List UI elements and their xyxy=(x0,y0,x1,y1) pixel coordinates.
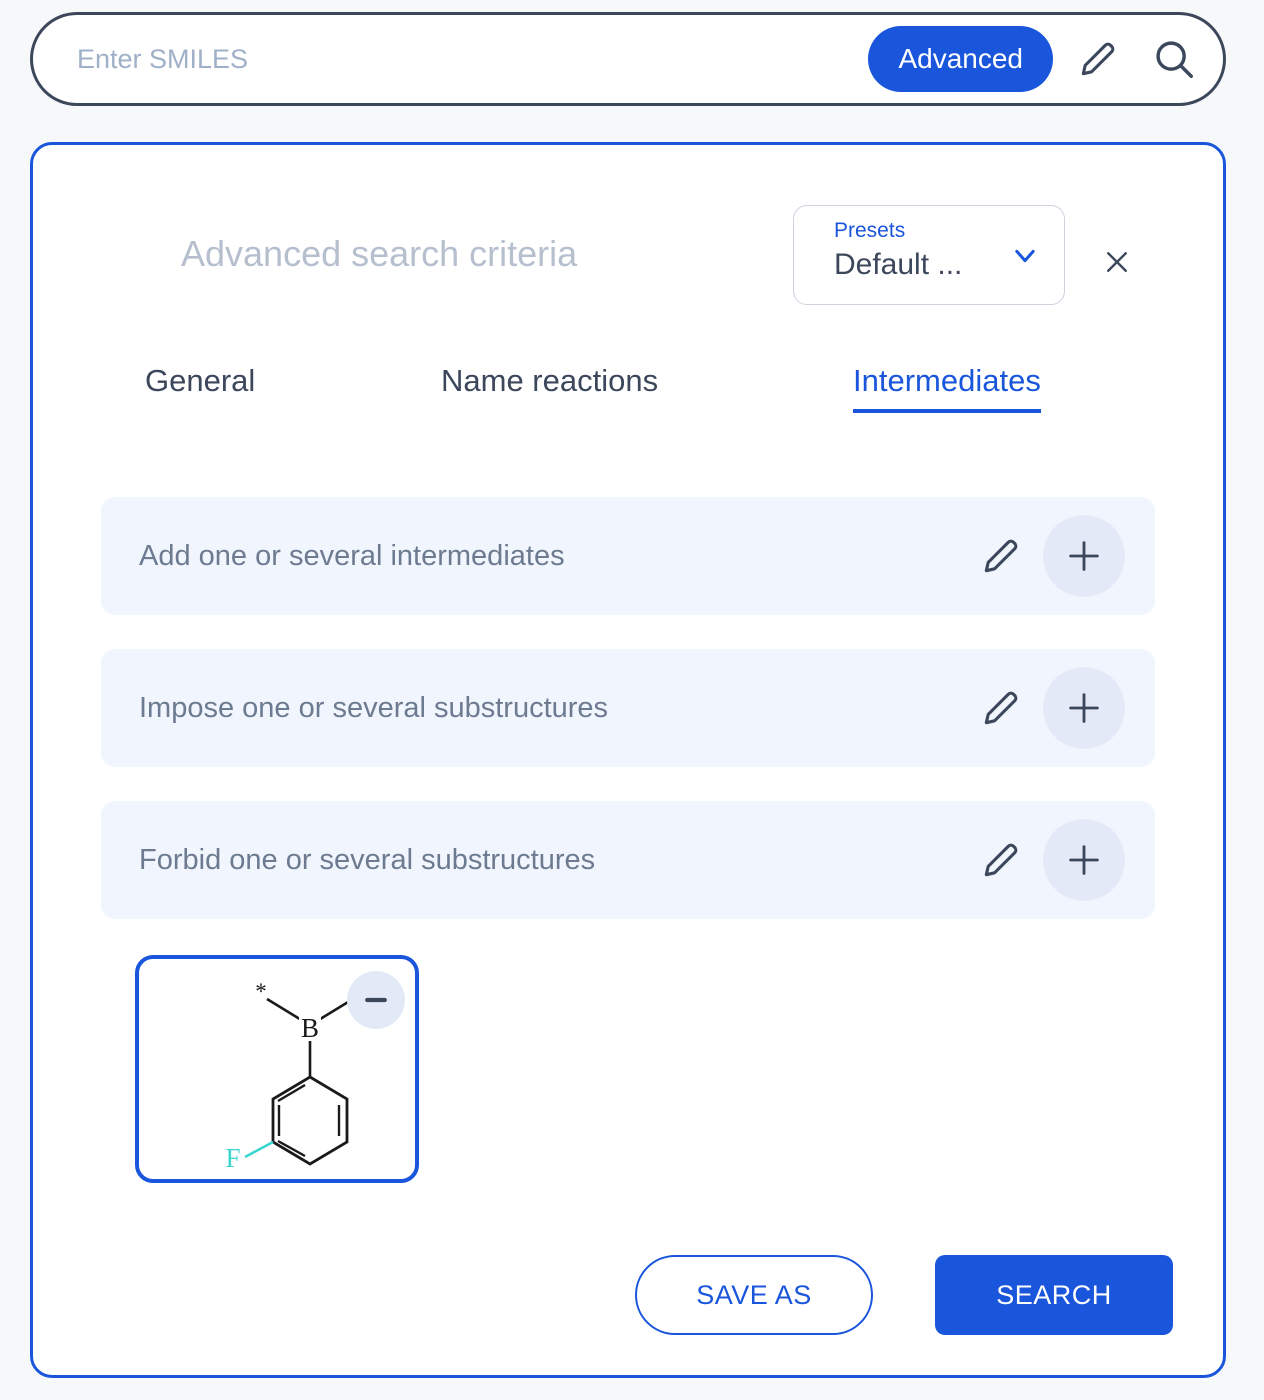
search-button[interactable]: SEARCH xyxy=(935,1255,1173,1335)
criteria-row-add-intermediates[interactable]: Add one or several intermediates xyxy=(101,497,1155,615)
criteria-row-label: Add one or several intermediates xyxy=(139,539,565,572)
molecule-card[interactable]: B * * F xyxy=(135,955,419,1183)
criteria-row-label: Forbid one or several substructures xyxy=(139,843,596,876)
minus-icon[interactable] xyxy=(347,971,405,1029)
advanced-search-panel: Advanced search criteria Presets Default… xyxy=(30,142,1226,1378)
plus-icon[interactable] xyxy=(1043,819,1125,901)
pencil-icon[interactable] xyxy=(973,528,1029,584)
advanced-button[interactable]: Advanced xyxy=(868,26,1053,92)
criteria-row-label: Impose one or several substructures xyxy=(139,691,609,724)
plus-icon[interactable] xyxy=(1043,515,1125,597)
save-as-button[interactable]: SAVE AS xyxy=(635,1255,873,1335)
chevron-down-icon xyxy=(1008,242,1042,275)
presets-selected-value: Default ... xyxy=(834,248,963,281)
panel-header: Advanced search criteria Presets Default… xyxy=(33,145,1223,305)
presets-dropdown[interactable]: Presets Default ... xyxy=(793,205,1065,305)
criteria-row-list: Add one or several intermediates Impose … xyxy=(101,497,1155,953)
smiles-search-bar: Advanced xyxy=(30,12,1226,106)
svg-text:F: F xyxy=(225,1143,240,1173)
pencil-icon[interactable] xyxy=(973,832,1029,888)
svg-text:B: B xyxy=(301,1013,319,1043)
pencil-icon[interactable] xyxy=(973,680,1029,736)
tab-bar: General Name reactions Intermediates xyxy=(33,363,1223,433)
search-icon[interactable] xyxy=(1143,28,1205,90)
tab-general[interactable]: General xyxy=(145,363,255,409)
criteria-row-forbid-substructures[interactable]: Forbid one or several substructures xyxy=(101,801,1155,919)
criteria-row-impose-substructures[interactable]: Impose one or several substructures xyxy=(101,649,1155,767)
tab-name-reactions[interactable]: Name reactions xyxy=(441,363,658,409)
plus-icon[interactable] xyxy=(1043,667,1125,749)
presets-label: Presets xyxy=(834,219,906,242)
pencil-icon[interactable] xyxy=(1067,28,1129,90)
svg-text:*: * xyxy=(255,979,267,1004)
panel-footer: SAVE AS SEARCH xyxy=(33,1255,1223,1339)
tab-intermediates[interactable]: Intermediates xyxy=(853,363,1041,413)
page-title: Advanced search criteria xyxy=(181,233,578,274)
search-input[interactable] xyxy=(77,43,869,75)
close-icon[interactable] xyxy=(1097,242,1137,282)
